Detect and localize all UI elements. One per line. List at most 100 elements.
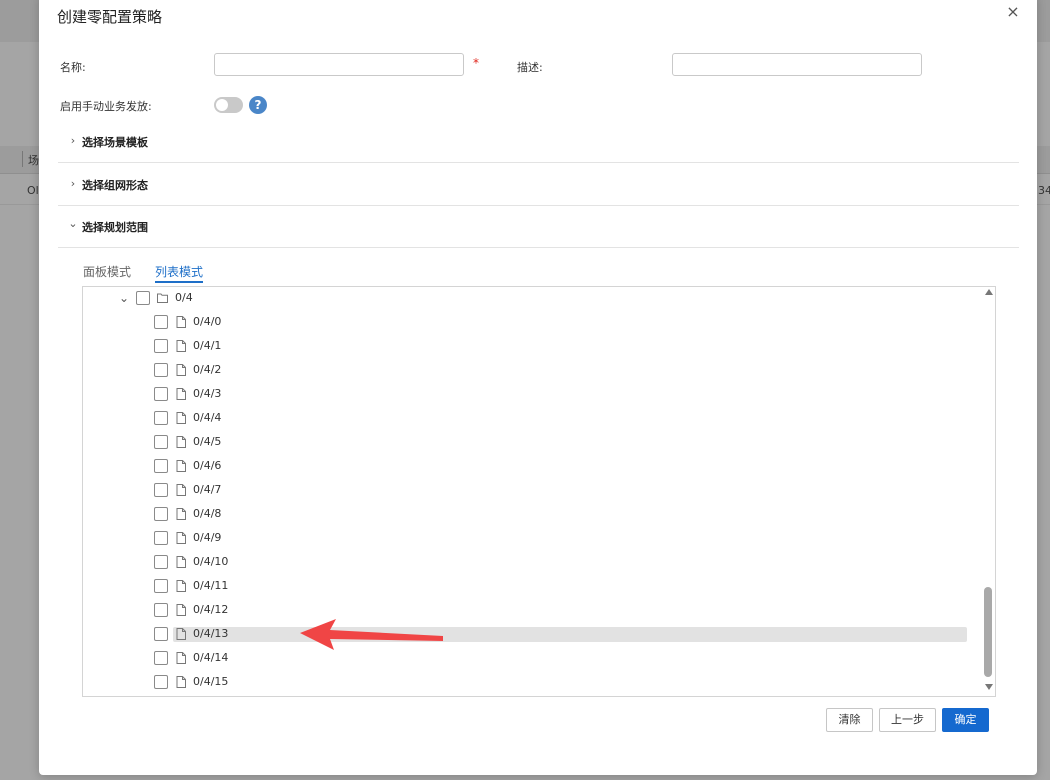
tree-node-child[interactable]: 0/4/9 bbox=[83, 527, 913, 551]
file-icon bbox=[176, 508, 186, 523]
file-icon bbox=[176, 532, 186, 547]
tree-node-label: 0/4/7 bbox=[193, 483, 222, 496]
file-icon bbox=[176, 604, 186, 619]
annotation-arrow-shape bbox=[300, 619, 443, 650]
tree-node-label: 0/4/6 bbox=[193, 459, 222, 472]
tree-node-label: 0/4/11 bbox=[193, 579, 229, 592]
close-icon[interactable]: × bbox=[1005, 4, 1021, 20]
tree-node-label: 0/4/10 bbox=[193, 555, 229, 568]
tree-node-checkbox[interactable] bbox=[154, 411, 168, 425]
tree-node-checkbox[interactable] bbox=[154, 315, 168, 329]
help-icon[interactable]: ? bbox=[249, 96, 267, 114]
description-input[interactable] bbox=[672, 53, 922, 76]
tree-node-label: 0/4/12 bbox=[193, 603, 229, 616]
chevron-down-icon: ⌄ bbox=[68, 217, 78, 230]
tree-node-checkbox[interactable] bbox=[154, 531, 168, 545]
tree-node-label: 0/4/4 bbox=[193, 411, 222, 424]
tree-node-label: 0/4/1 bbox=[193, 339, 222, 352]
background-column-separator bbox=[22, 151, 23, 167]
create-zero-config-policy-dialog: 创建零配置策略 × 名称: * 描述: 启用手动业务发放: ? › 选择场景模板… bbox=[39, 0, 1037, 775]
file-icon bbox=[176, 316, 186, 331]
tree-node-child[interactable]: 0/4/4 bbox=[83, 407, 913, 431]
tab-panel-mode[interactable]: 面板模式 bbox=[83, 263, 131, 280]
tree-node-checkbox[interactable] bbox=[154, 387, 168, 401]
tree-node-checkbox[interactable] bbox=[154, 555, 168, 569]
tree-node-parent[interactable]: ⌄ 0/4 bbox=[83, 287, 913, 311]
tree-node-child[interactable]: 0/4/15 bbox=[83, 671, 913, 695]
tree-node-label: 0/4/5 bbox=[193, 435, 222, 448]
tree-node-label: 0/4/8 bbox=[193, 507, 222, 520]
section-label: 选择规划范围 bbox=[82, 221, 148, 234]
section-networking-mode[interactable]: › 选择组网形态 bbox=[58, 163, 1019, 206]
tree-node-checkbox[interactable] bbox=[154, 651, 168, 665]
chevron-down-icon[interactable]: ⌄ bbox=[119, 291, 129, 305]
file-icon bbox=[176, 580, 186, 595]
confirm-button[interactable]: 确定 bbox=[942, 708, 989, 732]
tree-node-label: 0/4/2 bbox=[193, 363, 222, 376]
tree-node-checkbox[interactable] bbox=[154, 483, 168, 497]
tree-node-child[interactable]: 0/4/6 bbox=[83, 455, 913, 479]
tree-node-checkbox[interactable] bbox=[136, 291, 150, 305]
previous-step-button[interactable]: 上一步 bbox=[879, 708, 936, 732]
name-input[interactable] bbox=[214, 53, 464, 76]
required-mark: * bbox=[473, 56, 479, 70]
tree-node-child[interactable]: 0/4/5 bbox=[83, 431, 913, 455]
tree-node-checkbox[interactable] bbox=[154, 579, 168, 593]
tree-node-child[interactable]: 0/4/12 bbox=[83, 599, 913, 623]
tree-node-checkbox[interactable] bbox=[154, 363, 168, 377]
tree-node-checkbox[interactable] bbox=[154, 435, 168, 449]
background-row-cell-right: 34: bbox=[1038, 184, 1050, 197]
file-icon bbox=[176, 652, 186, 667]
toggle-knob bbox=[216, 99, 228, 111]
tree-node-label: 0/4/3 bbox=[193, 387, 222, 400]
tree-node-checkbox[interactable] bbox=[154, 603, 168, 617]
section-label: 选择场景模板 bbox=[82, 136, 148, 149]
tree-node-child[interactable]: 0/4/10 bbox=[83, 551, 913, 575]
annotation-arrow-icon bbox=[300, 619, 443, 650]
dialog-title: 创建零配置策略 bbox=[57, 8, 163, 26]
background-column-header: 场 bbox=[28, 154, 39, 167]
tree-node-checkbox[interactable] bbox=[154, 339, 168, 353]
section-scene-template[interactable]: › 选择场景模板 bbox=[58, 120, 1019, 163]
file-icon bbox=[176, 412, 186, 427]
tree-node-child[interactable]: 0/4/7 bbox=[83, 479, 913, 503]
tree-node-label: 0/4/13 bbox=[193, 627, 229, 640]
manual-service-delivery-label: 启用手动业务发放: bbox=[60, 100, 152, 113]
manual-service-delivery-toggle[interactable] bbox=[214, 97, 243, 113]
tree-node-child[interactable]: 0/4/3 bbox=[83, 383, 913, 407]
row-highlight bbox=[173, 627, 967, 642]
file-icon bbox=[176, 364, 186, 379]
tree-node-child[interactable]: 0/4/8 bbox=[83, 503, 913, 527]
file-icon bbox=[176, 460, 186, 475]
file-icon bbox=[176, 484, 186, 499]
description-label: 描述: bbox=[517, 61, 543, 74]
tree-node-child[interactable]: 0/4/13 bbox=[83, 623, 967, 647]
scroll-up-arrow[interactable] bbox=[985, 289, 993, 295]
tab-list-mode[interactable]: 列表模式 bbox=[155, 263, 204, 283]
file-icon bbox=[176, 436, 186, 451]
scroll-down-arrow[interactable] bbox=[985, 684, 993, 690]
tree-node-child[interactable]: 0/4/0 bbox=[83, 311, 913, 335]
tree-node-child[interactable]: 0/4/11 bbox=[83, 575, 913, 599]
section-label: 选择组网形态 bbox=[82, 179, 148, 192]
chevron-right-icon: › bbox=[70, 134, 76, 147]
tree-node-label: 0/4/15 bbox=[193, 675, 229, 688]
tree-node-checkbox[interactable] bbox=[154, 459, 168, 473]
file-icon bbox=[176, 676, 186, 691]
tree-node-label: 0/4/0 bbox=[193, 315, 222, 328]
section-planning-scope[interactable]: ⌄ 选择规划范围 bbox=[58, 205, 1019, 248]
tree-node-label: 0/4/14 bbox=[193, 651, 229, 664]
folder-icon bbox=[157, 292, 168, 306]
clear-button[interactable]: 清除 bbox=[826, 708, 873, 732]
tree-node-label: 0/4 bbox=[175, 291, 193, 304]
tree-node-label: 0/4/9 bbox=[193, 531, 222, 544]
file-icon bbox=[176, 556, 186, 571]
scrollbar-thumb[interactable] bbox=[984, 587, 992, 677]
tree-node-child[interactable]: 0/4/2 bbox=[83, 359, 913, 383]
tree-node-child[interactable]: 0/4/14 bbox=[83, 647, 913, 671]
tree-node-checkbox[interactable] bbox=[154, 675, 168, 689]
tree-node-checkbox[interactable] bbox=[154, 627, 168, 641]
planning-scope-tree: ⌄ 0/4 0/4/0 0/4/1 0/4/2 0/4/3 0/4/4 0/4/5 0/4/6 0… bbox=[82, 286, 996, 697]
tree-node-checkbox[interactable] bbox=[154, 507, 168, 521]
tree-node-child[interactable]: 0/4/1 bbox=[83, 335, 913, 359]
